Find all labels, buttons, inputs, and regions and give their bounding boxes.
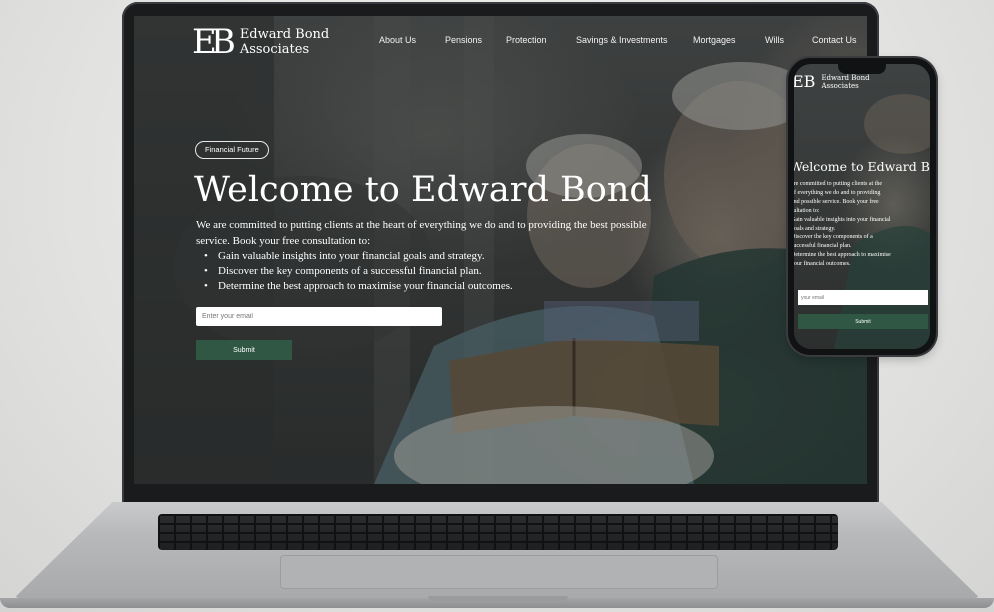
bullet-text: Determine the best approach to maximise …	[218, 280, 513, 292]
phone-brand-line2: Associates	[821, 82, 859, 90]
nav-item-protection[interactable]: Protection	[506, 35, 547, 45]
phone-desc-line: and possible service. Book your free	[794, 198, 879, 205]
phone-desc-line: are committed to putting clients at the	[794, 181, 882, 187]
laptop-opening-notch	[428, 596, 568, 601]
nav-item-contact-us[interactable]: Contact Us	[812, 35, 857, 45]
email-field[interactable]	[196, 307, 442, 326]
nav-item-about-us[interactable]: About Us	[379, 35, 416, 45]
hero-tag-badge: Financial Future	[195, 141, 269, 159]
submit-button[interactable]: Submit	[196, 340, 292, 360]
phone-desc-line: sultation to:	[794, 207, 820, 214]
bullet-icon: •	[204, 250, 208, 262]
hero-title: Welcome to Edward Bond	[194, 170, 652, 210]
phone-email-field[interactable]	[798, 290, 928, 305]
phone-screen: EB Edward Bond Associates Welcome to Edw…	[794, 64, 930, 349]
list-item: • Discover the key components of a succes…	[204, 264, 513, 279]
laptop-trackpad	[280, 555, 718, 589]
phone-logo-text: Edward Bond Associates	[821, 74, 869, 90]
hero-description: We are committed to putting clients at t…	[196, 219, 647, 247]
nav-item-savings-investments[interactable]: Savings & Investments	[576, 35, 668, 45]
bullet-icon: •	[204, 265, 208, 277]
phone-desc-line: Determine the best approach to maximise	[794, 252, 891, 259]
phone-desc-line: Gain valuable insights into your financi…	[794, 216, 891, 223]
phone-logo-mark: EB	[794, 72, 816, 91]
main-nav: About Us Pensions Protection Savings & I…	[134, 35, 867, 49]
phone-desc-line: successful financial plan.	[794, 243, 852, 250]
hero-bullet-list: • Gain valuable insights into your financ…	[204, 249, 513, 294]
nav-item-pensions[interactable]: Pensions	[445, 35, 482, 45]
bullet-text: Discover the key components of a success…	[218, 265, 482, 277]
laptop-screen: EB Edward Bond Associates About Us Pensi…	[134, 16, 867, 484]
list-item: • Determine the best approach to maximise…	[204, 279, 513, 294]
phone-brand-line1: Edward Bond	[821, 74, 870, 82]
phone-desc-line: goals and strategy.	[794, 225, 836, 232]
phone-frame: EB Edward Bond Associates Welcome to Edw…	[788, 58, 936, 355]
phone-hero-description: are committed to putting clients at the …	[794, 180, 930, 269]
nav-item-wills[interactable]: Wills	[765, 35, 784, 45]
laptop-keyboard	[158, 514, 838, 550]
phone-submit-button[interactable]: Submit	[798, 314, 928, 329]
bullet-text: Gain valuable insights into your financi…	[218, 250, 485, 262]
phone-desc-line: your financial outcomes.	[794, 261, 851, 268]
phone-notch	[838, 64, 886, 74]
phone-site-logo[interactable]: EB Edward Bond Associates	[794, 72, 870, 91]
bullet-icon: •	[204, 280, 208, 292]
phone-desc-line: of everything we do and to providing	[794, 189, 881, 196]
phone-desc-line: Discover the key components of a	[794, 234, 873, 241]
phone-hero-title: Welcome to Edward Bond	[794, 159, 930, 174]
nav-item-mortgages[interactable]: Mortgages	[693, 35, 736, 45]
list-item: • Gain valuable insights into your financ…	[204, 249, 513, 264]
